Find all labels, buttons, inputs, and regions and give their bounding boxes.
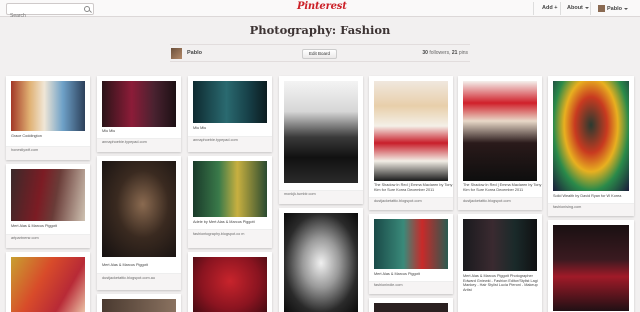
pin-card[interactable]: Adele by Mert Alas & Marcus Piggott fash…	[188, 156, 272, 248]
pins-label: pins	[458, 50, 468, 56]
pin-image[interactable]	[102, 299, 176, 312]
pin-caption: Miu Miu	[102, 129, 116, 133]
pin-card[interactable]: Grace Coddington honestlywtf.com	[6, 76, 90, 160]
add-menu[interactable]: Add +	[542, 5, 557, 11]
pin-card[interactable]: Mert Alas & Marcus Piggott dustjacketatt…	[97, 156, 181, 290]
page-title: Photography: Fashion	[249, 23, 391, 37]
pin-image[interactable]	[284, 81, 358, 183]
pin-card[interactable]	[369, 298, 453, 312]
pin-card[interactable]: monkjk.tumblr.com	[279, 76, 363, 204]
pin-card[interactable]: Solid Wealth by David Ryan for W Korea f…	[548, 76, 634, 216]
top-bar: Pinterest Add + About Pablo	[0, 0, 640, 21]
search-box[interactable]	[6, 3, 94, 21]
chevron-down-icon	[623, 7, 628, 10]
pin-card[interactable]	[188, 252, 272, 312]
pin-image[interactable]	[284, 213, 358, 312]
pin-image[interactable]	[193, 257, 267, 312]
avatar[interactable]	[171, 48, 182, 59]
pin-card[interactable]	[97, 294, 181, 312]
pin-card[interactable]	[548, 220, 634, 312]
pin-source[interactable]: honestlywtf.com	[6, 146, 90, 160]
pin-card[interactable]: Mert Alas & Marcus Piggott fashionindie.…	[369, 214, 453, 294]
pin-source[interactable]: artpartnersr.com	[6, 234, 90, 248]
pin-card[interactable]: Miu Miu annaphoebie.typepad.com	[188, 76, 272, 152]
about-menu[interactable]: About	[567, 5, 589, 11]
pins-count: 21	[451, 50, 458, 56]
pin-caption: Adele by Mert Alas & Marcus Piggott	[193, 220, 255, 224]
pin-caption: Grace Coddington	[11, 134, 42, 138]
pin-source[interactable]: annaphoebie.typepad.com	[97, 138, 181, 152]
pin-source[interactable]: monkjk.tumblr.com	[279, 190, 363, 204]
pin-source[interactable]: fashionindie.com	[369, 281, 453, 294]
pin-source[interactable]: dustjacketattic.blogspot.com	[458, 197, 542, 210]
nav-divider	[590, 2, 591, 15]
pin-caption: Solid Wealth by David Ryan for W Korea	[553, 194, 622, 198]
pin-image[interactable]	[553, 225, 629, 311]
pin-image[interactable]	[463, 219, 537, 271]
pin-card[interactable]	[279, 208, 363, 312]
pin-source[interactable]: annaphoebie.typepad.com	[188, 136, 272, 152]
pin-source[interactable]: fashionising.com	[548, 203, 634, 216]
pin-image[interactable]	[553, 81, 629, 191]
search-icon[interactable]	[84, 6, 90, 12]
pin-image[interactable]	[463, 81, 537, 181]
pin-card[interactable]: Mert Alas & Marcus Piggott artpartnersr.…	[6, 164, 90, 248]
pin-caption: Mert Alas & Marcus Piggott	[11, 224, 57, 228]
pin-image[interactable]	[11, 169, 85, 221]
pin-caption: Mert Alas & Marcus Piggott	[102, 263, 148, 267]
user-menu[interactable]: Pablo	[598, 5, 628, 12]
pinterest-logo[interactable]: Pinterest	[297, 1, 347, 12]
pin-card[interactable]: Miu Miu annaphoebie.typepad.com	[97, 76, 181, 152]
pin-card[interactable]	[6, 252, 90, 312]
pin-card[interactable]: The Shadow In Red | Emma Maclaren by Ton…	[369, 76, 453, 210]
pin-image[interactable]	[11, 81, 85, 131]
pin-caption: Mert Alas & Marcus Piggott Photographer …	[463, 274, 538, 292]
pin-caption: The Shadow In Red | Emma Maclaren by Ton…	[463, 183, 542, 192]
pin-image[interactable]	[102, 161, 176, 257]
chevron-down-icon	[584, 6, 589, 9]
board-owner-bar: Pablo Edit Board 30 followers, 21 pins	[170, 44, 470, 62]
followers-count: 30	[422, 50, 428, 56]
user-menu-label: Pablo	[607, 5, 622, 12]
pin-image[interactable]	[374, 219, 448, 269]
pin-card[interactable]: Mert Alas & Marcus Piggott Photographer …	[458, 214, 542, 312]
pin-image[interactable]	[193, 161, 267, 217]
about-menu-label: About	[567, 5, 583, 11]
pin-image[interactable]	[193, 81, 267, 123]
board-stats: 30 followers, 21 pins	[422, 50, 468, 56]
edit-board-button[interactable]: Edit Board	[302, 49, 337, 59]
search-input[interactable]	[7, 11, 79, 21]
pin-image[interactable]	[374, 81, 448, 181]
pin-source[interactable]: dustjacketattic.blogspot.com	[369, 197, 453, 210]
add-menu-label: Add +	[542, 5, 558, 11]
board-owner-name[interactable]: Pablo	[187, 50, 202, 56]
avatar	[598, 5, 605, 12]
pin-caption: The Shadow In Red | Emma Maclaren by Ton…	[374, 183, 453, 192]
pin-image[interactable]	[102, 81, 176, 127]
nav-divider	[560, 2, 561, 15]
pin-image[interactable]	[374, 303, 448, 312]
followers-label[interactable]: followers	[429, 50, 449, 56]
pin-image[interactable]	[11, 257, 85, 312]
nav-divider	[533, 2, 534, 15]
pin-source[interactable]: fashiontography.blogspot.co m	[188, 229, 272, 248]
pin-card[interactable]: The Shadow In Red | Emma Maclaren by Ton…	[458, 76, 542, 210]
pin-source[interactable]: dustjacketattic.blogspot.com.au	[97, 273, 181, 290]
pin-caption: Mert Alas & Marcus Piggott	[374, 272, 420, 276]
pin-caption: Miu Miu	[193, 126, 207, 130]
